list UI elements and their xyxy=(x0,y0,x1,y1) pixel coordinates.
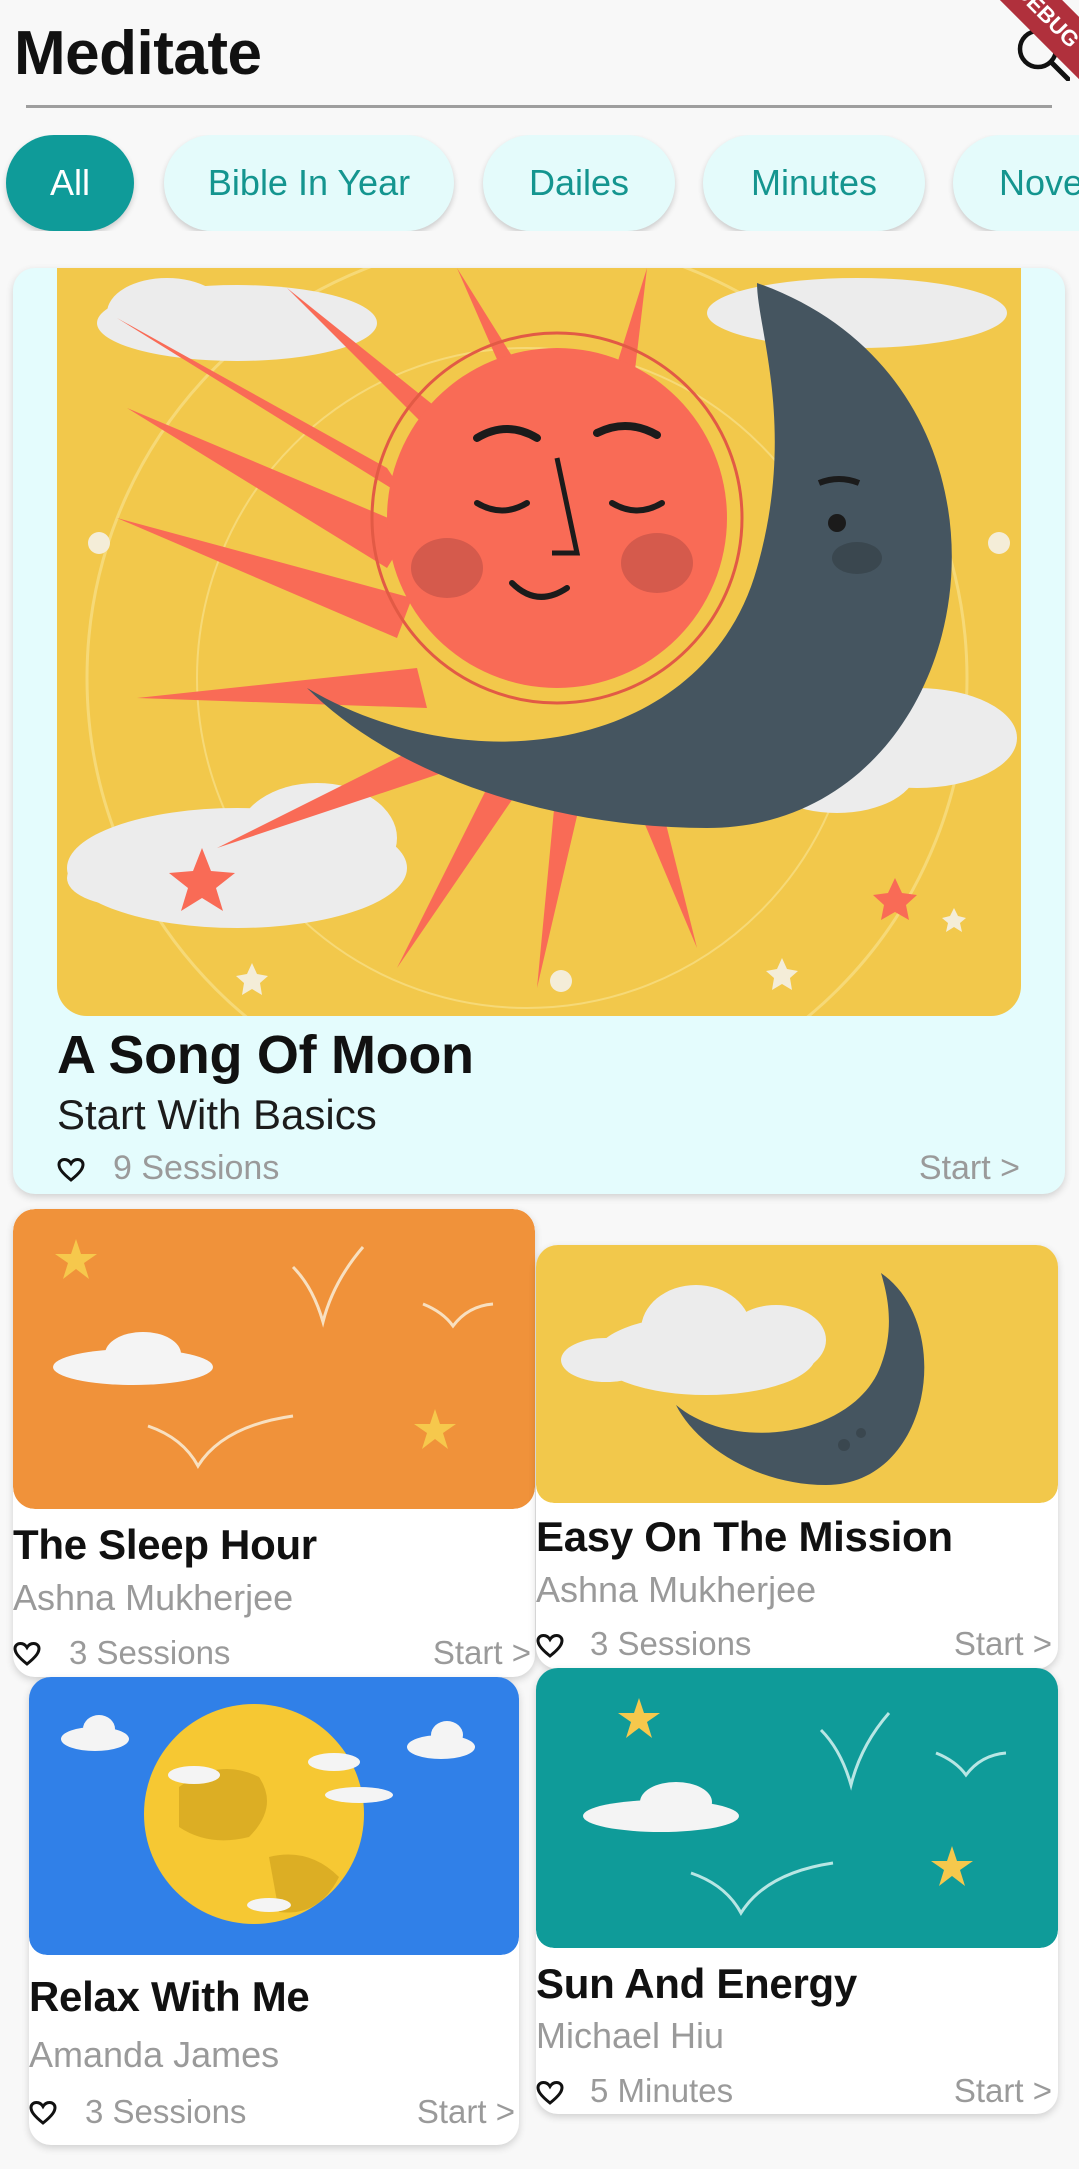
chip-bible-in-year[interactable]: Bible In Year xyxy=(164,135,454,231)
featured-title: A Song Of Moon xyxy=(57,1025,474,1085)
card-author: Amanda James xyxy=(29,2034,280,2075)
card-title: Easy On The Mission xyxy=(536,1513,953,1560)
heart-icon[interactable] xyxy=(536,2080,564,2106)
heart-icon[interactable] xyxy=(57,1157,85,1183)
easy-mission-illustration xyxy=(536,1245,1058,1503)
session-card-sun-energy[interactable]: Sun And Energy Michael Hiu 5 Minutes Sta… xyxy=(536,1668,1058,2114)
card-title: Sun And Energy xyxy=(536,1960,857,2007)
heart-icon[interactable] xyxy=(13,1641,41,1667)
card-author: Ashna Mukherjee xyxy=(536,1569,817,1610)
page-title: Meditate xyxy=(14,19,262,88)
session-card-easy-mission[interactable]: Easy On The Mission Ashna Mukherjee 3 Se… xyxy=(536,1245,1058,1669)
card-start-link[interactable]: Start > xyxy=(433,1634,531,1672)
chip-minutes[interactable]: Minutes xyxy=(703,135,925,231)
chip-all[interactable]: All xyxy=(6,135,134,231)
card-start-link[interactable]: Start > xyxy=(954,2072,1052,2110)
app-bar: Meditate xyxy=(0,0,1079,110)
chip-dailes[interactable]: Dailes xyxy=(483,135,675,231)
chip-november[interactable]: November xyxy=(953,135,1079,231)
featured-illustration xyxy=(57,268,1021,1016)
card-title: The Sleep Hour xyxy=(13,1521,317,1568)
sun-energy-illustration xyxy=(536,1668,1058,1948)
session-card-sleep-hour[interactable]: The Sleep Hour Ashna Mukherjee 3 Session… xyxy=(13,1209,535,1677)
featured-subtitle: Start With Basics xyxy=(57,1091,377,1138)
card-sessions: 3 Sessions xyxy=(590,1625,752,1662)
card-author: Ashna Mukherjee xyxy=(13,1577,294,1618)
filter-chips: All Bible In Year Dailes Minutes Novembe… xyxy=(0,135,1079,231)
card-sessions: 3 Sessions xyxy=(85,2093,247,2130)
card-sessions: 3 Sessions xyxy=(69,1634,231,1671)
session-card-relax[interactable]: Relax With Me Amanda James 3 Sessions St… xyxy=(29,1677,519,2145)
card-start-link[interactable]: Start > xyxy=(954,1625,1052,1663)
header-divider xyxy=(26,105,1052,108)
card-duration: 5 Minutes xyxy=(590,2072,734,2109)
relax-illustration xyxy=(29,1677,519,1955)
card-start-link[interactable]: Start > xyxy=(417,2093,515,2131)
featured-start-link[interactable]: Start > xyxy=(919,1149,1020,1188)
featured-sessions: 9 Sessions xyxy=(113,1149,280,1187)
heart-icon[interactable] xyxy=(29,2100,57,2126)
heart-icon[interactable] xyxy=(536,1633,564,1659)
card-author: Michael Hiu xyxy=(536,2015,725,2056)
featured-card[interactable]: A Song Of Moon Start With Basics 9 Sessi… xyxy=(13,268,1065,1194)
card-title: Relax With Me xyxy=(29,1973,310,2020)
sleep-hour-illustration xyxy=(13,1209,535,1509)
